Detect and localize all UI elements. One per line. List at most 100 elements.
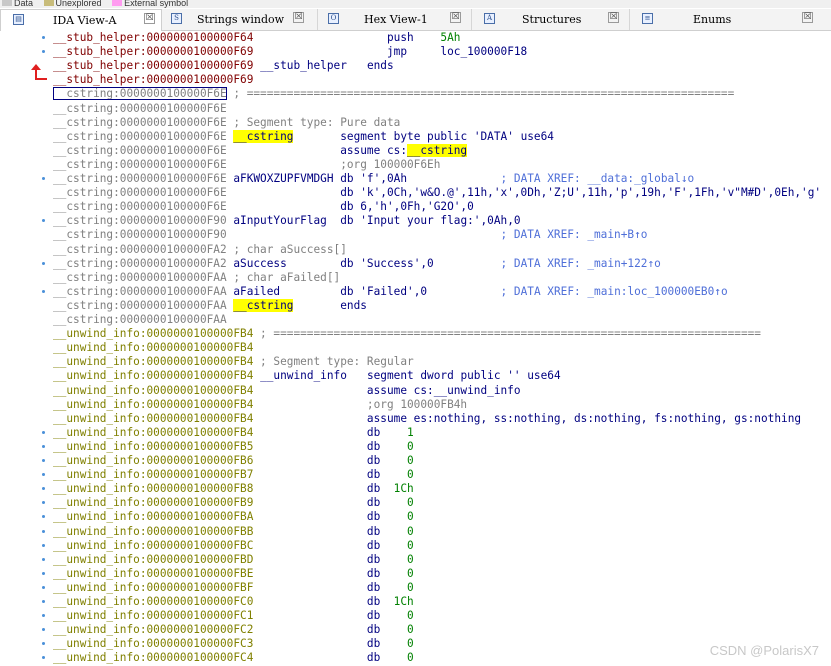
line-address[interactable]: __unwind_info:0000000100000FB4: [53, 384, 253, 397]
operand-text[interactable]: db: [367, 454, 407, 467]
operand-text[interactable]: db: [367, 496, 407, 509]
operand-text[interactable]: __cstring: [233, 129, 294, 143]
tab-enums[interactable]: ≡ Enums ☒: [630, 9, 831, 30]
operand-text[interactable]: db: [367, 623, 407, 636]
close-icon[interactable]: ☒: [802, 12, 813, 23]
line-address[interactable]: __unwind_info:0000000100000FB7: [53, 468, 253, 481]
line-address[interactable]: __unwind_info:0000000100000FBF: [53, 581, 253, 594]
listing-line[interactable]: __cstring:0000000100000FAA: [53, 313, 227, 327]
listing-line[interactable]: __unwind_info:0000000100000FBB db 0: [53, 525, 414, 539]
line-address[interactable]: __cstring:0000000100000FAA: [53, 313, 227, 326]
operand-text[interactable]: db: [367, 637, 407, 650]
listing-line[interactable]: __unwind_info:0000000100000FB4 assume es…: [53, 412, 801, 426]
listing-line[interactable]: __unwind_info:0000000100000FBA db 0: [53, 510, 414, 524]
operand-text[interactable]: loc_100000F18: [440, 45, 527, 58]
line-address[interactable]: __unwind_info:0000000100000FB6: [53, 454, 253, 467]
listing-line[interactable]: __cstring:0000000100000FA2 aSuccess db '…: [53, 257, 661, 271]
listing-line[interactable]: __unwind_info:0000000100000FB4 db 1: [53, 426, 414, 440]
operand-text[interactable]: db: [367, 609, 407, 622]
line-address[interactable]: __stub_helper:0000000100000F69: [53, 73, 253, 86]
listing-line[interactable]: __cstring:0000000100000F6E db 'k',0Ch,'w…: [53, 186, 821, 200]
listing-line[interactable]: __cstring:0000000100000F6E ; ===========…: [53, 87, 734, 101]
line-address[interactable]: __unwind_info:0000000100000FB9: [53, 496, 253, 509]
operand-text[interactable]: db 'Failed',0: [340, 285, 427, 298]
listing-line[interactable]: __unwind_info:0000000100000FB4 __unwind_…: [53, 369, 561, 383]
operand-text[interactable]: aFKWOXZUPFVMDGH: [233, 172, 333, 185]
xref-comment[interactable]: ; DATA XREF: _main:loc_100000EB0↑o: [501, 285, 728, 298]
listing-line[interactable]: __cstring:0000000100000FAA ; char aFaile…: [53, 271, 340, 285]
line-address[interactable]: __unwind_info:0000000100000FB4: [53, 369, 253, 382]
line-address[interactable]: __unwind_info:0000000100000FB4: [53, 412, 253, 425]
xref-comment[interactable]: ; DATA XREF: _main+122↑o: [501, 257, 661, 270]
line-address[interactable]: __cstring:0000000100000F6E: [53, 186, 227, 199]
line-address[interactable]: __unwind_info:0000000100000FBB: [53, 525, 253, 538]
line-address[interactable]: __cstring:0000000100000FA2: [53, 243, 227, 256]
listing-line[interactable]: __cstring:0000000100000F6E aFKWOXZUPFVMD…: [53, 172, 694, 186]
line-address[interactable]: __stub_helper:0000000100000F69: [53, 45, 253, 58]
listing-line[interactable]: __unwind_info:0000000100000FB6 db 0: [53, 454, 414, 468]
listing-line[interactable]: __stub_helper:0000000100000F69 jmp loc_1…: [53, 45, 527, 59]
tab-ida-view-a[interactable]: ▤ IDA View-A ☒: [0, 9, 162, 31]
operand-text[interactable]: ends: [367, 59, 394, 72]
line-address[interactable]: __unwind_info:0000000100000FB4: [53, 398, 253, 411]
listing-line[interactable]: __unwind_info:0000000100000FB7 db 0: [53, 468, 414, 482]
line-address[interactable]: __cstring:0000000100000F6E: [53, 158, 227, 171]
listing-line[interactable]: __unwind_info:0000000100000FB4 ; =======…: [53, 327, 761, 341]
line-address[interactable]: __unwind_info:0000000100000FC2: [53, 623, 253, 636]
line-address[interactable]: __cstring:0000000100000F6E: [53, 87, 227, 101]
operand-text[interactable]: db 'f',0Ah: [340, 172, 407, 185]
listing-line[interactable]: __cstring:0000000100000F90 ; DATA XREF: …: [53, 228, 647, 242]
listing-line[interactable]: __unwind_info:0000000100000FC0 db 1Ch: [53, 595, 414, 609]
line-address[interactable]: __cstring:0000000100000F6E: [53, 200, 227, 213]
tab-hex-view-1[interactable]: O Hex View-1 ☒: [318, 9, 472, 30]
line-address[interactable]: __unwind_info:0000000100000FB4: [53, 355, 253, 368]
line-address[interactable]: __stub_helper:0000000100000F69: [53, 59, 253, 72]
line-address[interactable]: __cstring:0000000100000F90: [53, 228, 227, 241]
operand-text[interactable]: db: [367, 468, 407, 481]
listing-line[interactable]: __cstring:0000000100000F6E ;org 100000F6…: [53, 158, 440, 172]
line-address[interactable]: __unwind_info:0000000100000FC1: [53, 609, 253, 622]
listing-line[interactable]: __cstring:0000000100000F90 aInputYourFla…: [53, 214, 521, 228]
operand-text[interactable]: db: [367, 595, 394, 608]
listing-line[interactable]: __cstring:0000000100000F6E __cstring seg…: [53, 129, 554, 144]
operand-text[interactable]: db 'Input your flag:',0Ah,0: [340, 214, 520, 227]
line-address[interactable]: __unwind_info:0000000100000FB8: [53, 482, 253, 495]
operand-text[interactable]: jmp: [387, 45, 440, 58]
line-address[interactable]: __stub_helper:0000000100000F64: [53, 31, 253, 44]
listing-line[interactable]: __cstring:0000000100000F6E assume cs:__c…: [53, 143, 468, 158]
listing-line[interactable]: __unwind_info:0000000100000FC3 db 0: [53, 637, 414, 651]
listing-line[interactable]: __unwind_info:0000000100000FC4 db 0: [53, 651, 414, 665]
line-address[interactable]: __unwind_info:0000000100000FBE: [53, 567, 253, 580]
line-address[interactable]: __unwind_info:0000000100000FB4: [53, 341, 253, 354]
operand-text[interactable]: db: [367, 567, 407, 580]
operand-text[interactable]: __unwind_info: [260, 369, 347, 382]
line-address[interactable]: __unwind_info:0000000100000FC0: [53, 595, 253, 608]
listing-line[interactable]: __unwind_info:0000000100000FBF db 0: [53, 581, 414, 595]
listing-line[interactable]: __cstring:0000000100000FA2 ; char aSucce…: [53, 243, 347, 257]
line-address[interactable]: __cstring:0000000100000F90: [53, 214, 227, 227]
listing-line[interactable]: __stub_helper:0000000100000F69: [53, 73, 253, 87]
listing-line[interactable]: __cstring:0000000100000FAA __cstring end…: [53, 298, 367, 313]
operand-text[interactable]: assume es:nothing, ss:nothing, ds:nothin…: [367, 412, 801, 425]
tab-strings-window[interactable]: S Strings window ☒: [162, 9, 318, 30]
operand-text[interactable]: __cstring: [233, 298, 294, 312]
operand-text[interactable]: db 6,'h',0Fh,'G2O',0: [340, 200, 474, 213]
line-address[interactable]: __unwind_info:0000000100000FBC: [53, 539, 253, 552]
listing-line[interactable]: __unwind_info:0000000100000FC1 db 0: [53, 609, 414, 623]
listing-line[interactable]: __unwind_info:0000000100000FB4 ; Segment…: [53, 355, 414, 369]
operand-text[interactable]: __stub_helper: [260, 59, 347, 72]
operand-text[interactable]: db 'Success',0: [340, 257, 434, 270]
tab-structures[interactable]: A Structures ☒: [472, 9, 630, 30]
operand-text[interactable]: segment byte public 'DATA' use64: [340, 130, 554, 143]
line-address[interactable]: __unwind_info:0000000100000FB4: [53, 426, 253, 439]
close-icon[interactable]: ☒: [293, 12, 304, 23]
operand-text[interactable]: aFailed: [233, 285, 280, 298]
xref-comment[interactable]: ; DATA XREF: _main+B↑o: [501, 228, 648, 241]
line-address[interactable]: __cstring:0000000100000FAA: [53, 299, 227, 312]
line-address[interactable]: __cstring:0000000100000FA2: [53, 257, 227, 270]
operand-text[interactable]: db: [367, 581, 407, 594]
operand-text[interactable]: aSuccess: [233, 257, 286, 270]
operand-text[interactable]: __cstring: [407, 143, 468, 157]
operand-text[interactable]: assume cs:__unwind_info: [367, 384, 521, 397]
listing-line[interactable]: __unwind_info:0000000100000FBE db 0: [53, 567, 414, 581]
